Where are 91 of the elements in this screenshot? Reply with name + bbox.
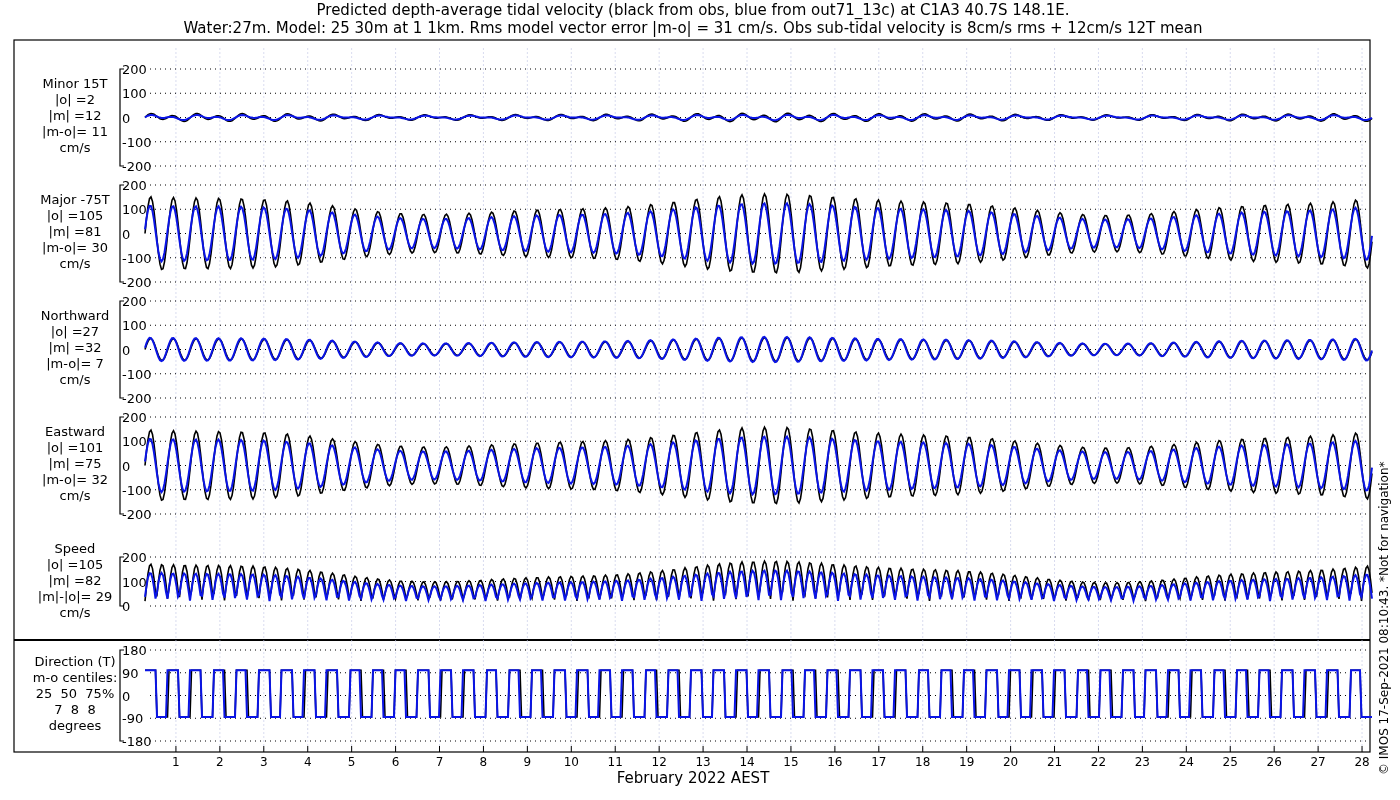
- y-tick-label: 0: [122, 342, 131, 358]
- y-tick-label: -100: [122, 250, 152, 266]
- panel-label: |m| =82: [48, 573, 102, 588]
- x-tick-label: 14: [739, 755, 755, 769]
- chart-title: Predicted depth-average tidal velocity (black from obs, blue from out71_13c) at C1A3 40.7S 148.1E.: [316, 1, 1070, 19]
- y-tick-label: 0: [122, 110, 131, 126]
- x-tick-label: 1: [172, 755, 180, 769]
- x-tick-label: 28: [1354, 755, 1370, 769]
- x-tick-label: 13: [695, 755, 711, 769]
- panel-label: 25 50 75%: [35, 686, 115, 701]
- panel-label: |m| =12: [48, 108, 102, 123]
- panel-label: |m| =75: [48, 456, 102, 471]
- chart-title: Water:27m. Model: 25 30m at 1 1km. Rms model vector error |m-o| = 31 cm/s. Obs sub-tidal velocity is 8cm/s rms + 12cm/s 12T mean: [183, 19, 1203, 37]
- panel-label: |o| =27: [50, 324, 100, 339]
- panel-label: m-o centiles:: [32, 670, 118, 685]
- panel-label: |o| =105: [46, 557, 104, 572]
- panel-label: |m-o|= 11: [42, 124, 108, 139]
- panel-label: |m| =81: [48, 224, 102, 239]
- panel-label: Northward: [40, 308, 110, 323]
- panel-label: Speed: [54, 541, 96, 556]
- panel-label: |o| =101: [46, 440, 104, 455]
- x-tick-label: 22: [1090, 755, 1107, 769]
- panel-label: |o| =105: [46, 208, 104, 223]
- y-axis: [119, 556, 125, 607]
- x-tick-label: 4: [303, 755, 312, 769]
- x-tick-label: 3: [259, 755, 268, 769]
- y-tick-label: 100: [122, 202, 147, 218]
- panel-label: cm/s: [59, 372, 91, 387]
- y-tick-label: -100: [122, 134, 152, 150]
- x-tick-label: 23: [1134, 755, 1151, 769]
- panel-label: cm/s: [59, 488, 91, 503]
- y-tick-label: 200: [122, 294, 147, 309]
- x-tick-label: 12: [651, 755, 667, 769]
- panel-label: |o| =2: [55, 92, 95, 107]
- panel-label: 7 8 8: [54, 702, 96, 717]
- panel-label: |m-o|= 30: [42, 240, 108, 255]
- y-tick-label: 0: [122, 226, 131, 242]
- y-tick-label: 100: [122, 434, 147, 450]
- y-tick-label: 0: [122, 458, 131, 474]
- x-tick-label: 18: [915, 755, 931, 769]
- y-tick-label: 200: [122, 410, 147, 425]
- panel-label: degrees: [48, 718, 102, 733]
- x-tick-label: 2: [216, 755, 224, 769]
- x-tick-label: 20: [1002, 755, 1019, 769]
- panel-label: |m-o|= 32: [42, 472, 108, 487]
- x-tick-label: 6: [391, 755, 400, 769]
- x-tick-label: 16: [827, 755, 843, 769]
- panel-label: Minor 15T: [42, 76, 108, 91]
- y-tick-label: -200: [122, 275, 152, 290]
- panel-label: cm/s: [59, 256, 91, 271]
- panel-label: Major -75T: [40, 192, 110, 207]
- y-tick-label: 90: [122, 665, 139, 681]
- x-tick-label: 10: [563, 755, 579, 769]
- y-tick-label: 200: [122, 62, 147, 77]
- x-tick-label: 9: [523, 755, 532, 769]
- x-tick-label: 17: [871, 755, 887, 769]
- panel-label: Direction (T): [34, 654, 116, 669]
- panel-label: |m-o|= 7: [46, 356, 104, 371]
- y-tick-label: -90: [122, 711, 144, 727]
- y-tick-label: -200: [122, 159, 152, 174]
- y-tick-label: 200: [122, 178, 147, 193]
- x-tick-label: 26: [1266, 755, 1282, 769]
- panel-label: Eastward: [45, 424, 105, 439]
- x-axis-label: February 2022 AEST: [616, 769, 770, 787]
- y-tick-label: 200: [122, 550, 147, 565]
- x-tick-label: 25: [1222, 755, 1238, 769]
- x-tick-label: 24: [1178, 755, 1194, 769]
- x-tick-label: 7: [435, 755, 444, 769]
- y-tick-label: 0: [122, 599, 131, 614]
- y-tick-label: -100: [122, 366, 152, 382]
- y-tick-label: -180: [122, 734, 152, 749]
- y-tick-label: 100: [122, 86, 147, 102]
- x-tick-label: 19: [959, 755, 975, 769]
- x-tick-label: 27: [1310, 755, 1326, 769]
- panel-label: |m| =32: [48, 340, 102, 355]
- copyright-note: © IMOS 17-Sep-2021 08:10:43. *Not for navigation*: [1377, 461, 1391, 775]
- x-tick-label: 5: [347, 755, 356, 769]
- panel-label: cm/s: [59, 140, 91, 155]
- y-tick-label: 100: [122, 318, 147, 334]
- x-tick-label: 21: [1046, 755, 1063, 769]
- x-tick-label: 11: [607, 755, 623, 769]
- panel-label: cm/s: [59, 605, 91, 620]
- y-tick-label: -100: [122, 482, 152, 498]
- y-tick-label: 180: [122, 643, 147, 658]
- y-tick-label: 0: [122, 688, 131, 704]
- x-tick-label: 15: [783, 755, 799, 769]
- y-tick-label: -200: [122, 391, 152, 406]
- x-tick-label: 8: [479, 755, 488, 769]
- panel-label: |m|-|o|= 29: [37, 589, 113, 604]
- y-tick-label: 100: [122, 574, 147, 590]
- y-tick-label: -200: [122, 507, 152, 522]
